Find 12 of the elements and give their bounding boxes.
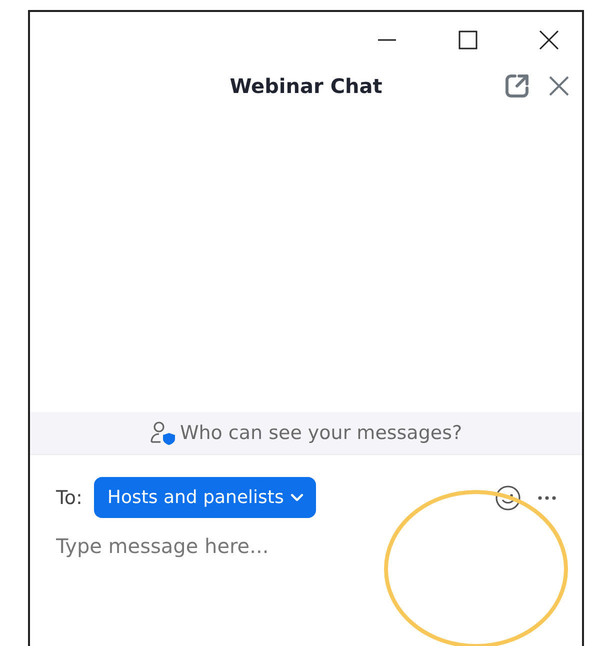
popout-icon[interactable]: [504, 73, 530, 99]
recipient-dropdown[interactable]: Hosts and panelists: [94, 477, 316, 518]
message-field[interactable]: Type message here...: [56, 534, 356, 558]
more-icon[interactable]: [537, 494, 557, 500]
chevron-down-icon: [290, 492, 304, 502]
to-label: To:: [56, 486, 82, 508]
privacy-notice[interactable]: Who can see your messages?: [180, 422, 462, 444]
maximize-icon[interactable]: [458, 30, 478, 50]
close-icon[interactable]: [539, 30, 559, 50]
person-shield-icon: [150, 421, 176, 445]
chat-title: Webinar Chat: [228, 74, 384, 98]
smiley-icon[interactable]: [495, 484, 521, 510]
